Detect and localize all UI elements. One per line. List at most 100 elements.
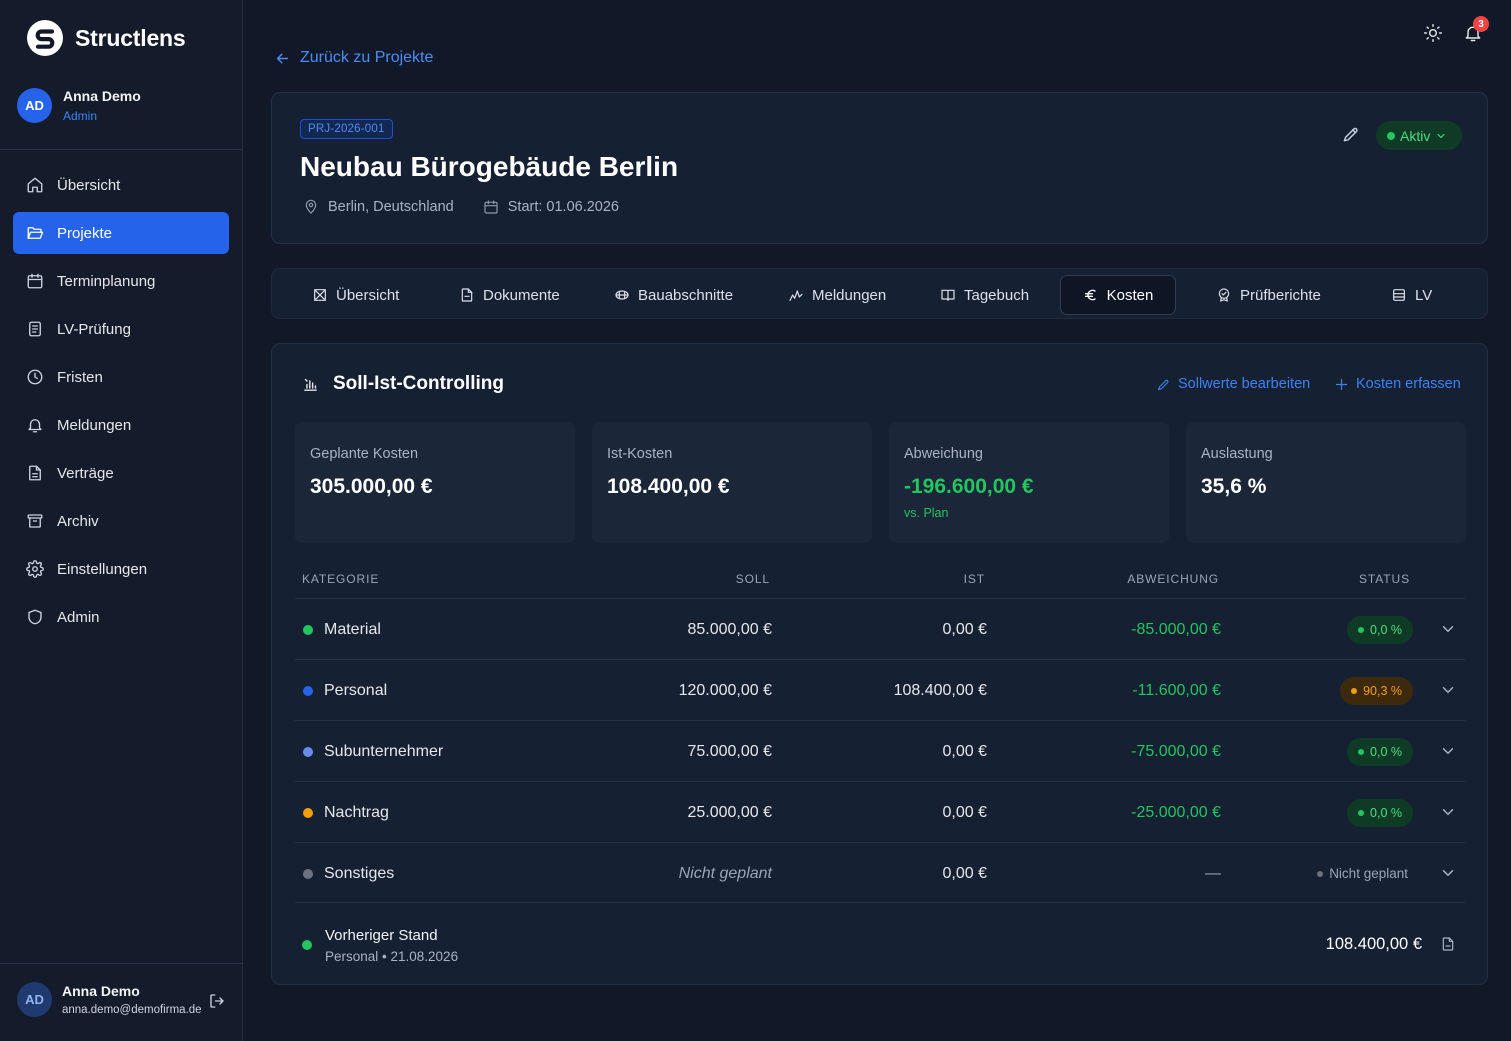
page-title: Neubau Bürogebäude Berlin <box>300 151 679 182</box>
sidebar-item-einstellungen[interactable]: Einstellungen <box>13 548 229 590</box>
table-row[interactable]: Subunternehmer 75.000,00 € 0,00 € -75.00… <box>295 720 1465 781</box>
ist-cell: 0,00 € <box>942 620 987 638</box>
bell-icon <box>26 416 44 434</box>
project-tabs: Übersicht Dokumente Bauabschnitte Meldun… <box>271 268 1488 319</box>
stat-card-utilization: Auslastung 35,6 % <box>1186 422 1466 543</box>
theme-toggle-sun-icon[interactable] <box>1423 23 1443 43</box>
receipt-document-icon[interactable] <box>1440 936 1456 952</box>
category-dot <box>303 685 313 696</box>
sidebar-item-fristen[interactable]: Fristen <box>13 356 229 398</box>
clipboard-check-icon <box>26 320 44 338</box>
tab-meldungen[interactable]: Meldungen <box>774 275 900 315</box>
pencil-icon <box>1156 377 1171 392</box>
chevron-down-icon[interactable] <box>1439 803 1457 821</box>
table-row[interactable]: Sonstiges Nicht geplant 0,00 € — Nicht g… <box>295 842 1465 903</box>
divider <box>0 963 242 964</box>
brand[interactable]: Structlens <box>26 19 186 57</box>
sidebar-item-projekte[interactable]: Projekte <box>13 212 229 254</box>
edit-project-pencil-icon[interactable] <box>1341 124 1361 144</box>
sidebar-item-vertraege[interactable]: Verträge <box>13 452 229 494</box>
table-row[interactable]: Personal 120.000,00 € 108.400,00 € -11.6… <box>295 659 1465 720</box>
edit-targets-button[interactable]: Sollwerte bearbeiten <box>1156 376 1310 392</box>
sidebar-item-label: Einstellungen <box>57 560 148 578</box>
ist-cell: 0,00 € <box>942 742 987 760</box>
user-name: Anna Demo <box>63 88 141 104</box>
shield-icon <box>26 608 44 626</box>
tab-pruefberichte[interactable]: Prüfberichte <box>1202 275 1335 315</box>
chevron-down-icon[interactable] <box>1439 620 1457 638</box>
document-icon <box>459 287 475 303</box>
category-cell: Personal <box>303 660 387 721</box>
sidebar-item-label: Terminplanung <box>57 272 156 290</box>
app-name: Structlens <box>75 24 186 51</box>
back-link-label: Zurück zu Projekte <box>300 49 434 66</box>
status-cell: 0,0 % <box>1347 721 1413 782</box>
user-profile[interactable]: AD Anna Demo Admin <box>17 88 141 123</box>
sidebar-item-uebersicht[interactable]: Übersicht <box>13 164 229 206</box>
project-meta: Berlin, Deutschland Start: 01.06.2026 <box>303 199 619 215</box>
folder-open-icon <box>26 224 44 242</box>
stat-value: 108.400,00 € <box>607 475 730 498</box>
back-to-projects-link[interactable]: Zurück zu Projekte <box>274 49 433 67</box>
sidebar-item-admin[interactable]: Admin <box>13 596 229 638</box>
tab-label: Meldungen <box>812 286 887 304</box>
tab-bauabschnitte[interactable]: Bauabschnitte <box>600 275 747 315</box>
project-status-label: Aktiv <box>1400 127 1431 144</box>
category-dot <box>303 624 313 635</box>
previous-state-title: Vorheriger Stand <box>325 927 438 944</box>
user-account[interactable]: AD Anna Demo anna.demo@demofirma.de <box>17 982 202 1017</box>
previous-state-dot <box>302 940 312 950</box>
tab-dokumente[interactable]: Dokumente <box>445 275 574 315</box>
sidebar-item-archiv[interactable]: Archiv <box>13 500 229 542</box>
stat-card-planned: Geplante Kosten 305.000,00 € <box>295 422 575 543</box>
tab-lv[interactable]: LV <box>1377 275 1446 315</box>
avatar: AD <box>17 88 52 123</box>
user-role: Admin <box>63 109 98 123</box>
sidebar-item-label: Archiv <box>57 512 99 530</box>
notification-count-badge: 3 <box>1473 16 1489 32</box>
badge-check-icon <box>1216 287 1232 303</box>
add-costs-button[interactable]: Kosten erfassen <box>1334 376 1461 392</box>
avatar: AD <box>17 982 52 1017</box>
chevron-down-icon[interactable] <box>1439 681 1457 699</box>
soll-cell: 75.000,00 € <box>687 742 772 760</box>
status-badge: 90,3 % <box>1340 676 1413 705</box>
soll-cell: Nicht geplant <box>678 864 772 882</box>
deviation-cell: -75.000,00 € <box>1131 742 1221 760</box>
tab-uebersicht[interactable]: Übersicht <box>298 275 413 315</box>
project-status-dropdown[interactable]: Aktiv <box>1376 121 1463 150</box>
sidebar-item-meldungen[interactable]: Meldungen <box>13 404 229 446</box>
plus-icon <box>1334 377 1349 392</box>
stat-label: Geplante Kosten <box>310 446 419 462</box>
category-name: Material <box>324 620 381 638</box>
category-dot <box>303 807 313 818</box>
book-icon <box>940 287 956 303</box>
home-icon <box>26 176 44 194</box>
activity-icon <box>788 287 804 303</box>
category-cell: Nachtrag <box>303 782 389 843</box>
sidebar-item-label: LV-Prüfung <box>57 320 131 338</box>
table-row[interactable]: Material 85.000,00 € 0,00 € -85.000,00 €… <box>295 598 1465 659</box>
column-header-category: KATEGORIE <box>302 572 380 586</box>
edit-targets-label: Sollwerte bearbeiten <box>1178 376 1311 392</box>
map-pin-icon <box>303 199 319 215</box>
tab-kosten[interactable]: Kosten <box>1060 275 1176 315</box>
status-badge: Nicht geplant <box>1317 860 1408 888</box>
gear-icon <box>26 560 44 578</box>
structlens-logo-icon <box>26 19 64 57</box>
stat-card-deviation: Abweichung -196.600,00 € vs. Plan <box>889 422 1169 543</box>
deviation-cell: — <box>1205 864 1221 882</box>
tab-tagebuch[interactable]: Tagebuch <box>926 275 1043 315</box>
chevron-down-icon[interactable] <box>1439 742 1457 760</box>
calendar-icon <box>26 272 44 290</box>
user-name: Anna Demo <box>62 983 140 999</box>
sidebar-item-terminplanung[interactable]: Terminplanung <box>13 260 229 302</box>
previous-state-subtitle: Personal • 21.08.2026 <box>325 949 459 964</box>
clock-icon <box>26 368 44 386</box>
section-title-text: Soll-Ist-Controlling <box>333 373 504 394</box>
status-cell: 0,0 % <box>1347 599 1413 660</box>
table-row[interactable]: Nachtrag 25.000,00 € 0,00 € -25.000,00 €… <box>295 781 1465 842</box>
sidebar-item-lv-pruefung[interactable]: LV-Prüfung <box>13 308 229 350</box>
chevron-down-icon[interactable] <box>1439 864 1457 882</box>
logout-icon[interactable] <box>208 992 226 1010</box>
